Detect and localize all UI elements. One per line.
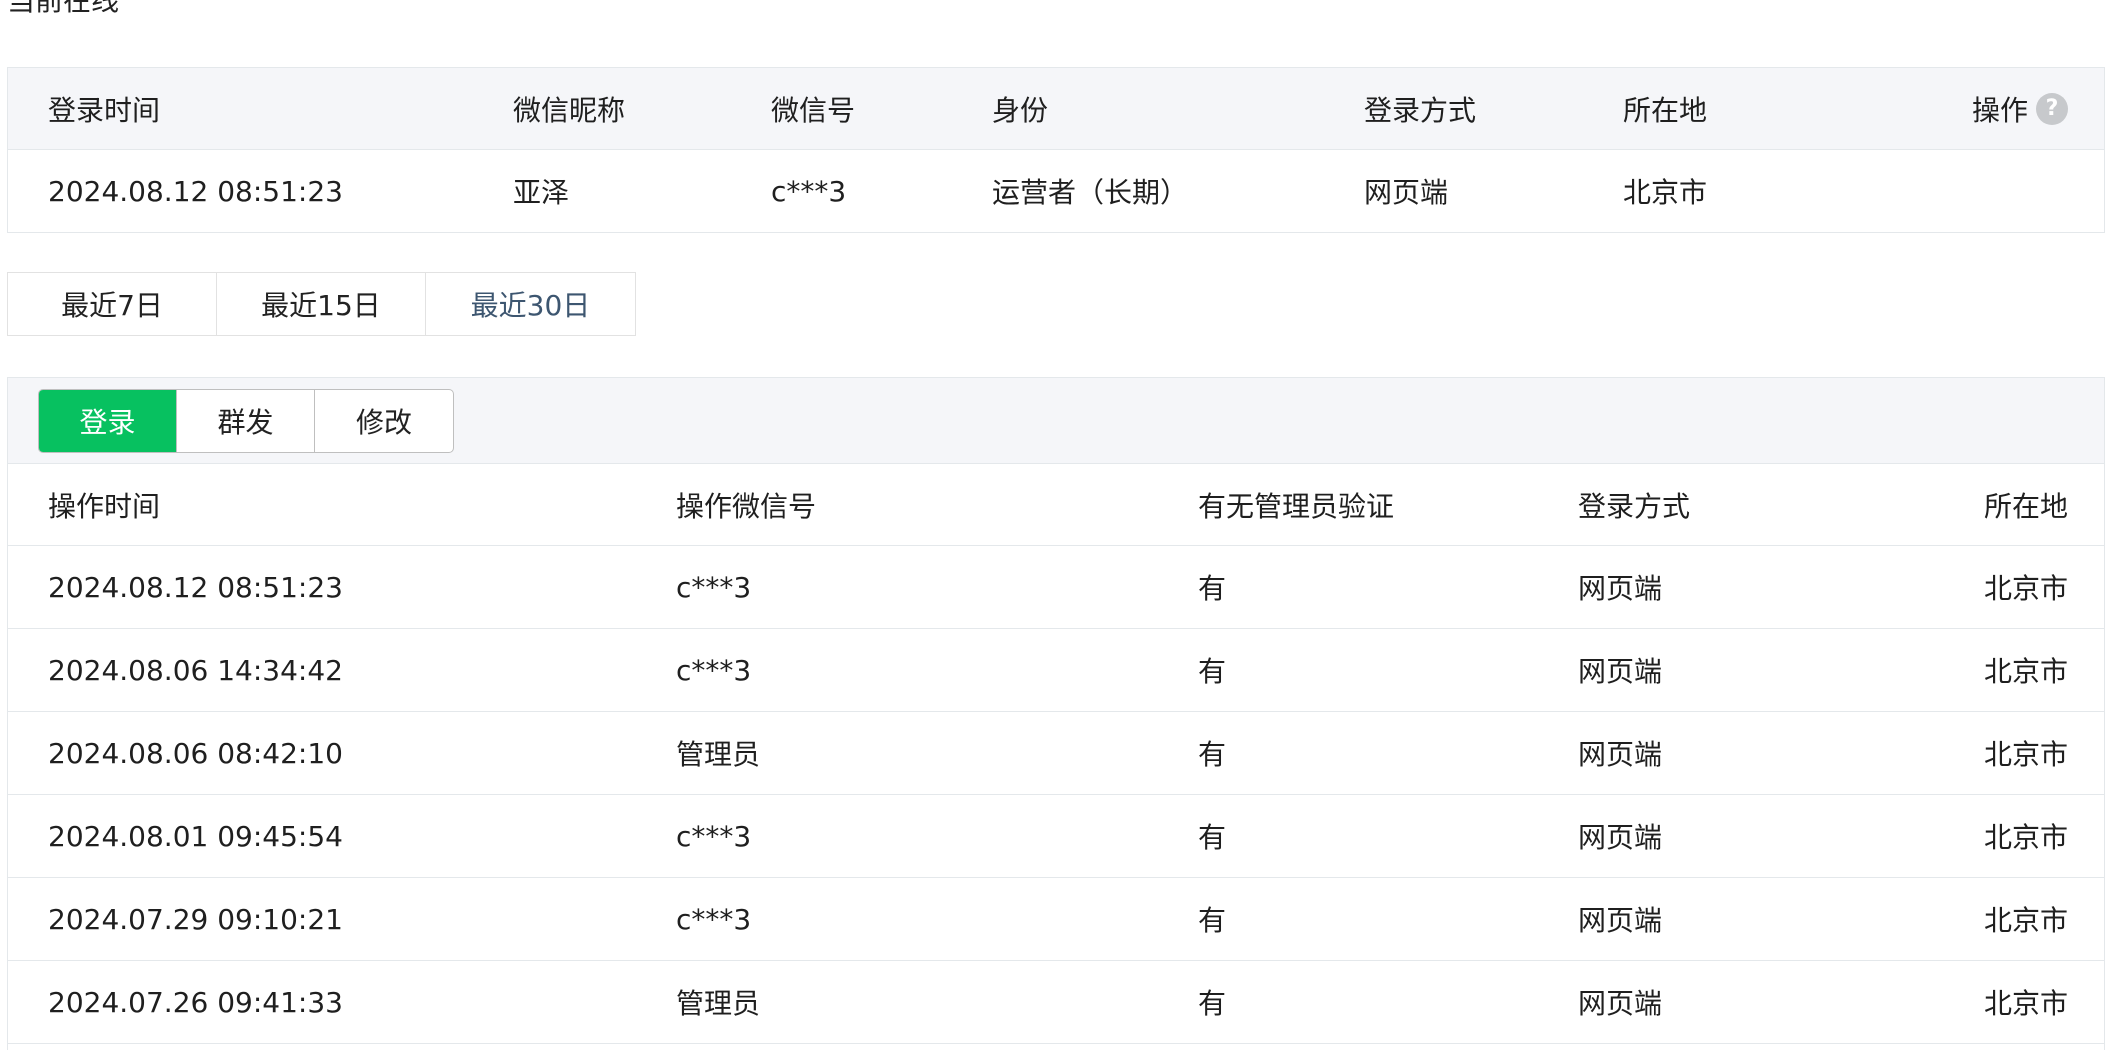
online-wechat-id: c***3 (771, 174, 847, 208)
row-operation-time: 2024.08.06 14:34:42 (48, 653, 343, 687)
row-location: 北京市 (1983, 987, 2068, 1020)
log-table-body: 2024.08.12 08:51:23 c***3 有 网页端 北京市 2024… (8, 546, 2104, 1044)
row-operator-wechat: c***3 (676, 570, 752, 604)
row-admin-verify: 有 (1198, 987, 1227, 1020)
header-role: 身份 (992, 93, 1049, 127)
log-type-segmented-control: 登录 群发 修改 (38, 389, 454, 453)
row-admin-verify: 有 (1198, 821, 1227, 854)
row-admin-verify: 有 (1198, 655, 1227, 688)
online-location: 北京市 (1623, 176, 1708, 209)
row-login-method: 网页端 (1578, 821, 1663, 854)
online-login-method: 网页端 (1364, 176, 1449, 209)
header-operation-time: 操作时间 (48, 489, 161, 523)
row-login-method: 网页端 (1578, 572, 1663, 605)
operation-log-table: 登录 群发 修改 操作时间 操作微信号 有无管理员验证 登录方式 所在地 202… (7, 377, 2105, 1050)
header-nickname: 微信昵称 (513, 93, 626, 127)
log-table-header: 操作时间 操作微信号 有无管理员验证 登录方式 所在地 (8, 464, 2104, 546)
online-login-time: 2024.08.12 08:51:23 (48, 174, 343, 208)
row-location: 北京市 (1983, 904, 2068, 937)
log-type-modify-button[interactable]: 修改 (315, 390, 453, 452)
row-login-method: 网页端 (1578, 987, 1663, 1020)
range-tab-15d[interactable]: 最近15日 (217, 273, 426, 335)
row-operation-time: 2024.08.01 09:45:54 (48, 819, 343, 853)
header-action: 操作 ? (1972, 68, 2068, 149)
header-method: 登录方式 (1578, 489, 1691, 523)
row-admin-verify: 有 (1198, 738, 1227, 771)
date-range-tabs: 最近7日 最近15日 最近30日 (7, 272, 636, 336)
row-login-method: 网页端 (1578, 655, 1663, 688)
table-row: 2024.08.06 08:42:10 管理员 有 网页端 北京市 (8, 712, 2104, 795)
row-operator-wechat: 管理员 (676, 738, 761, 771)
row-operation-time: 2024.08.12 08:51:23 (48, 570, 343, 604)
online-table: 登录时间 微信昵称 微信号 身份 登录方式 所在地 操作 ? 2024.08.1… (7, 67, 2105, 233)
help-icon[interactable]: ? (2036, 92, 2068, 125)
row-operator-wechat: c***3 (676, 819, 752, 853)
header-log-location: 所在地 (1983, 489, 2068, 523)
row-operator-wechat: 管理员 (676, 987, 761, 1020)
range-tab-30d[interactable]: 最近30日 (426, 273, 635, 335)
online-role: 运营者（长期） (992, 176, 1189, 209)
range-tab-7d[interactable]: 最近7日 (8, 273, 217, 335)
header-operator-wechat: 操作微信号 (676, 489, 817, 523)
header-login-method: 登录方式 (1364, 93, 1477, 127)
header-admin-verify: 有无管理员验证 (1198, 489, 1395, 523)
row-login-method: 网页端 (1578, 904, 1663, 937)
row-admin-verify: 有 (1198, 904, 1227, 937)
row-admin-verify: 有 (1198, 572, 1227, 605)
row-login-method: 网页端 (1578, 738, 1663, 771)
header-wechat-id: 微信号 (771, 93, 856, 127)
table-row: 2024.07.29 09:10:21 c***3 有 网页端 北京市 (8, 878, 2104, 961)
table-row: 2024.08.01 09:45:54 c***3 有 网页端 北京市 (8, 795, 2104, 878)
row-operation-time: 2024.07.26 09:41:33 (48, 985, 343, 1019)
online-table-row: 2024.08.12 08:51:23 亚泽 c***3 运营者（长期） 网页端… (8, 150, 2104, 232)
row-operation-time: 2024.07.29 09:10:21 (48, 902, 343, 936)
table-row: 2024.08.06 14:34:42 c***3 有 网页端 北京市 (8, 629, 2104, 712)
header-action-label: 操作 (1971, 93, 2028, 127)
login-record-page: 当前在线 登录时间 微信昵称 微信号 身份 登录方式 所在地 操作 ? 2024… (0, 0, 2106, 1050)
row-location: 北京市 (1983, 738, 2068, 771)
row-operation-time: 2024.08.06 08:42:10 (48, 736, 343, 770)
section-title: 当前在线 (7, 0, 120, 17)
log-type-toolbar: 登录 群发 修改 (8, 378, 2104, 464)
table-row: 2024.07.26 09:41:33 管理员 有 网页端 北京市 (8, 961, 2104, 1044)
log-type-broadcast-button[interactable]: 群发 (177, 390, 315, 452)
header-login-time: 登录时间 (48, 93, 161, 127)
row-operator-wechat: c***3 (676, 902, 752, 936)
row-operator-wechat: c***3 (676, 653, 752, 687)
header-location: 所在地 (1623, 93, 1708, 127)
row-location: 北京市 (1983, 655, 2068, 688)
online-nickname: 亚泽 (513, 176, 570, 209)
row-location: 北京市 (1983, 572, 2068, 605)
table-row: 2024.08.12 08:51:23 c***3 有 网页端 北京市 (8, 546, 2104, 629)
online-table-header: 登录时间 微信昵称 微信号 身份 登录方式 所在地 操作 ? (8, 68, 2104, 150)
log-type-login-button[interactable]: 登录 (39, 390, 177, 452)
row-location: 北京市 (1983, 821, 2068, 854)
